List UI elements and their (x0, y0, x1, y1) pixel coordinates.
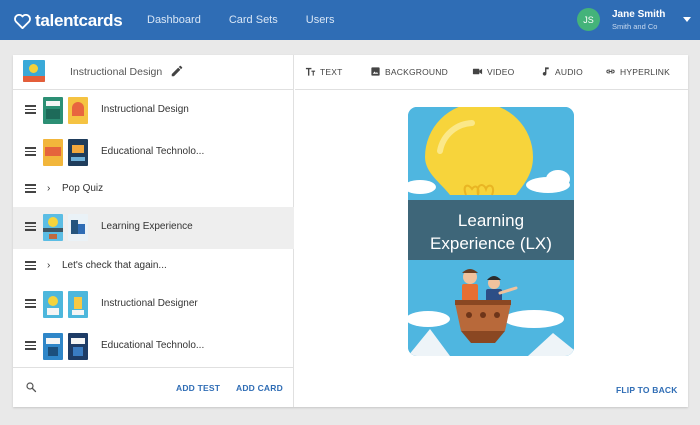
drag-handle-icon[interactable] (25, 299, 36, 308)
list-item-selected[interactable]: Learning Experience (13, 207, 294, 249)
card-thumbnail (68, 139, 88, 166)
card-thumbnail (68, 333, 88, 360)
chevron-right-icon[interactable]: › (47, 260, 50, 271)
add-card-button[interactable]: ADD CARD (236, 383, 283, 393)
card-title-line2: Experience (LX) (430, 234, 552, 253)
add-test-button[interactable]: ADD TEST (176, 383, 220, 393)
link-icon (606, 69, 615, 74)
user-avatar[interactable]: JS (577, 8, 600, 31)
video-icon (472, 68, 483, 75)
card-thumbnails (43, 214, 88, 241)
user-name: Jane Smith (612, 9, 666, 20)
item-label: Instructional Designer (101, 298, 198, 309)
list-footer: ADD TEST ADD CARD (13, 367, 294, 407)
nav-users[interactable]: Users (306, 14, 335, 26)
tool-audio[interactable]: AUDIO (540, 66, 583, 77)
card-thumbnail (43, 97, 63, 124)
card-thumbnail (68, 214, 88, 241)
card-thumbnail (43, 214, 63, 241)
caret-down-icon[interactable] (683, 17, 691, 22)
card-thumbnails (43, 97, 88, 124)
tool-text-label: TEXT (320, 66, 343, 77)
pencil-icon[interactable] (170, 64, 184, 78)
heart-logo-icon (14, 13, 31, 29)
item-label: Educational Technolo... (101, 146, 205, 157)
card-thumbnails (43, 291, 88, 318)
image-icon (371, 67, 380, 76)
set-title: Instructional Design (70, 66, 163, 78)
list-item[interactable]: › Let's check that again... (13, 246, 294, 286)
app-logo-text: talentcards (35, 11, 123, 30)
tool-hyperlink[interactable]: HYPERLINK (605, 66, 670, 77)
drag-handle-icon[interactable] (25, 261, 36, 270)
user-org: Smith and Co (612, 22, 658, 31)
tool-video-label: VIDEO (487, 66, 515, 77)
card-title-line1: Learning (458, 211, 524, 230)
tool-audio-label: AUDIO (555, 66, 583, 77)
item-label: Pop Quiz (62, 183, 104, 194)
item-label: Learning Experience (101, 221, 193, 232)
drag-handle-icon[interactable] (25, 105, 36, 114)
set-thumbnail (23, 60, 45, 82)
card-thumbnail (68, 97, 88, 124)
drag-handle-icon[interactable] (25, 147, 36, 156)
list-item[interactable]: Educational Technolo... (13, 132, 294, 172)
card-preview[interactable]: Learning Experience (LX) (408, 107, 574, 356)
flip-to-back-button[interactable]: FLIP TO BACK (616, 385, 678, 395)
main-nav: Dashboard Card Sets Users (147, 14, 362, 26)
drag-handle-icon[interactable] (25, 222, 36, 231)
card-thumbnail (68, 291, 88, 318)
card-thumbnails (43, 139, 88, 166)
editor-panel: Instructional Design Instructional Desig… (13, 55, 688, 407)
nav-dashboard[interactable]: Dashboard (147, 14, 201, 26)
chevron-right-icon[interactable]: › (47, 183, 50, 194)
tool-video[interactable]: VIDEO (472, 66, 514, 77)
list-item[interactable]: Educational Technolo... (13, 326, 294, 366)
drag-handle-icon[interactable] (25, 341, 36, 350)
drag-handle-icon[interactable] (25, 184, 36, 193)
content-toolbar: TEXT BACKGROUND VIDEO AUDIO HYPERLINK (295, 55, 688, 90)
search-icon[interactable] (25, 381, 37, 393)
top-navigation-bar: talentcards Dashboard Card Sets Users JS… (0, 0, 700, 40)
list-item[interactable]: Instructional Designer (13, 284, 294, 324)
item-label: Let's check that again... (62, 260, 167, 271)
music-note-icon (542, 67, 549, 76)
card-illustration: Learning Experience (LX) (408, 107, 574, 356)
card-thumbnail (43, 139, 63, 166)
tool-hyperlink-label: HYPERLINK (620, 66, 670, 77)
text-icon (305, 67, 316, 76)
tool-background[interactable]: BACKGROUND (370, 66, 448, 77)
user-menu[interactable]: Jane Smith Smith and Co (612, 10, 665, 31)
item-label: Instructional Design (101, 104, 189, 115)
app-logo[interactable]: talentcards (14, 11, 123, 31)
tool-text[interactable]: TEXT (305, 66, 343, 77)
list-item[interactable]: Instructional Design (13, 90, 294, 130)
nav-card-sets[interactable]: Card Sets (229, 14, 278, 26)
card-thumbnails (43, 333, 88, 360)
card-list-panel: Instructional Design Instructional Desig… (13, 55, 294, 407)
set-header: Instructional Design (13, 55, 294, 90)
item-label: Educational Technolo... (101, 340, 205, 351)
card-thumbnail (43, 291, 63, 318)
card-thumbnail (43, 333, 63, 360)
tool-background-label: BACKGROUND (385, 66, 448, 77)
list-item[interactable]: › Pop Quiz (13, 169, 294, 209)
